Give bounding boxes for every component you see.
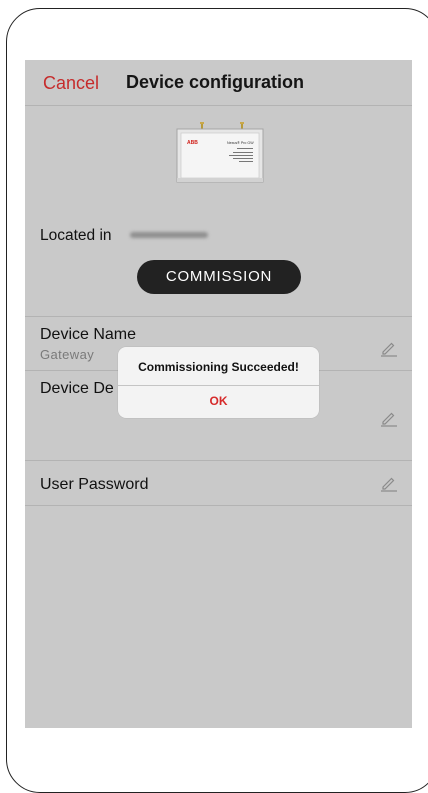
- alert-title: Commissioning Succeeded!: [138, 360, 299, 374]
- user-password-label: User Password: [40, 476, 149, 493]
- nav-bar: Cancel Device configuration: [25, 60, 412, 106]
- device-name-label: Device Name: [40, 326, 137, 343]
- device-description-label: Device De: [40, 380, 114, 397]
- located-in-label: Located in: [40, 227, 112, 244]
- pencil-icon[interactable]: [380, 409, 398, 427]
- commission-button[interactable]: COMMISSION: [137, 260, 301, 294]
- ok-button[interactable]: OK: [118, 385, 319, 418]
- pencil-icon[interactable]: [380, 474, 398, 492]
- device-name-value: Gateway: [40, 347, 95, 362]
- location-value-redacted: [130, 232, 208, 238]
- pencil-icon[interactable]: [380, 339, 398, 357]
- page-title: Device configuration: [126, 72, 305, 92]
- app-screen: Cancel Device configuration ABB Nexus® P…: [25, 60, 412, 728]
- model-text: Nexus® Pro GW: [227, 141, 254, 145]
- divider: [25, 505, 412, 506]
- cancel-button[interactable]: Cancel: [43, 73, 99, 94]
- user-password-row[interactable]: User Password: [25, 460, 412, 505]
- gateway-device-image: ABB Nexus® Pro GW: [176, 122, 264, 183]
- commissioning-alert: Commissioning Succeeded! OK: [118, 347, 319, 418]
- abb-logo-text: ABB: [187, 140, 198, 146]
